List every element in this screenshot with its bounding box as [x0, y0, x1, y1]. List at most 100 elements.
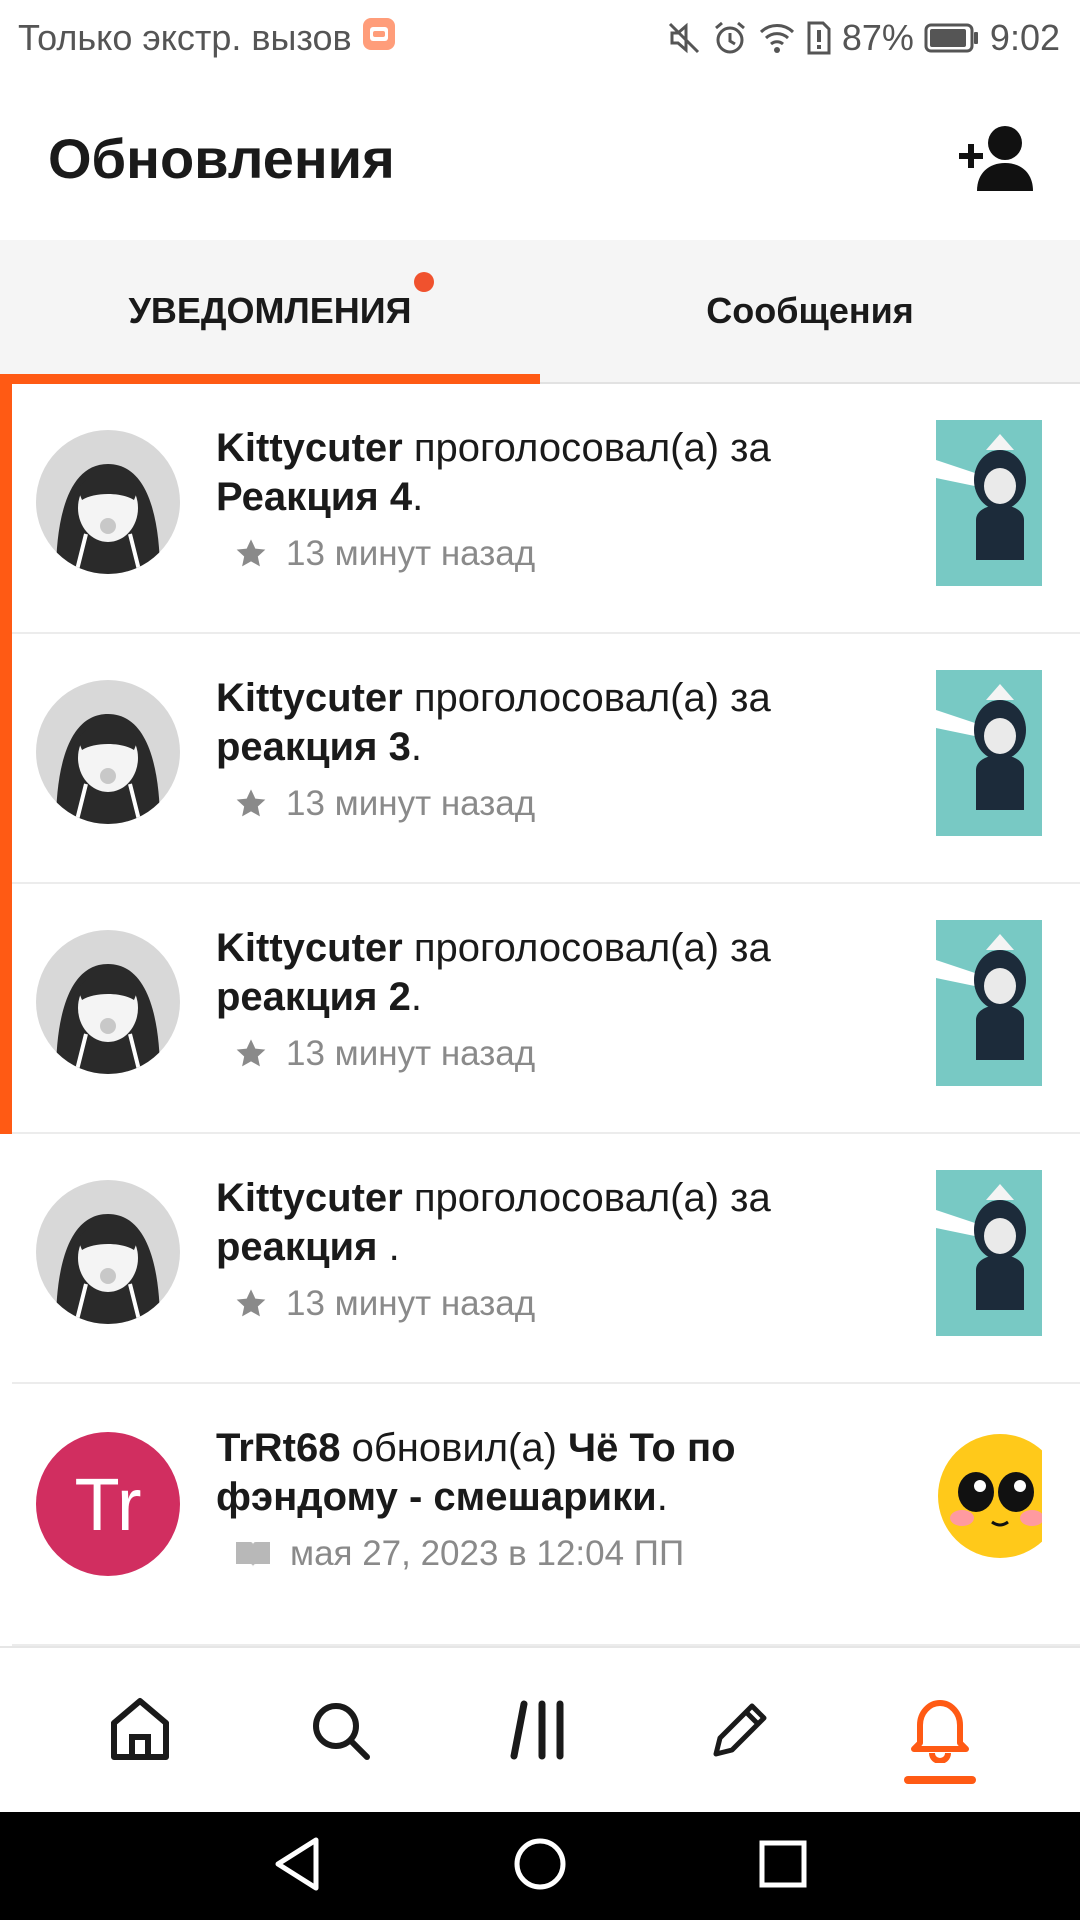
post-thumbnail[interactable]: [936, 670, 1042, 836]
status-left: Только экстр. вызов: [18, 17, 396, 60]
battery-percent: 87%: [841, 17, 914, 58]
tab-messages-label: Сообщения: [706, 290, 914, 331]
star-icon: [236, 1039, 266, 1067]
suffix: .: [412, 475, 424, 519]
nav-search[interactable]: [280, 1670, 400, 1790]
tab-messages[interactable]: Сообщения: [540, 240, 1080, 382]
post-thumbnail[interactable]: [936, 420, 1042, 586]
action-text: проголосовал(а) за: [402, 1176, 771, 1220]
notification-item[interactable]: Kittycuter проголосовал(а) за реакция . …: [12, 1134, 1080, 1384]
timestamp: 13 минут назад: [286, 784, 536, 823]
post-thumbnail[interactable]: [936, 1430, 1042, 1562]
suffix: .: [410, 975, 422, 1019]
action-text: проголосовал(а) за: [402, 926, 771, 970]
add-user-button[interactable]: [954, 113, 1044, 203]
notification-text: Kittycuter проголосовал(а) за реакция 2.: [216, 924, 836, 1022]
post-thumbnail[interactable]: [936, 1170, 1042, 1336]
notification-list: Kittycuter проголосовал(а) за Реакция 4.…: [0, 384, 1080, 1646]
sim-alert-icon: [806, 20, 832, 56]
notification-meta: мая 27, 2023 в 12:04 ПП: [216, 1534, 836, 1574]
user-name[interactable]: Kittycuter: [216, 426, 403, 470]
target-title[interactable]: реакция 2: [216, 975, 411, 1019]
avatar[interactable]: [36, 680, 180, 824]
star-icon: [236, 539, 266, 567]
star-icon: [236, 789, 266, 817]
notification-app-icon: [362, 17, 396, 60]
circle-home-icon: [514, 1838, 566, 1889]
pencil-icon: [713, 1703, 767, 1757]
action-text: обновил(а): [340, 1426, 569, 1470]
notification-meta: 13 минут назад: [216, 1284, 836, 1324]
user-name[interactable]: Kittycuter: [216, 1176, 403, 1220]
home-system-button[interactable]: [512, 1836, 568, 1897]
status-bar: Только экстр. вызов 87% 9:02: [0, 0, 1080, 76]
notification-meta: 13 минут назад: [216, 1034, 836, 1074]
add-user-icon: [959, 126, 1033, 191]
alarm-icon: [712, 20, 748, 56]
system-navigation-bar: [0, 1812, 1080, 1920]
notification-content: Kittycuter проголосовал(а) за реакция 2.…: [216, 924, 836, 1074]
notification-text: Kittycuter проголосовал(а) за реакция .: [216, 1174, 836, 1272]
notification-content: Kittycuter проголосовал(а) за Реакция 4.…: [216, 424, 836, 574]
battery-icon: [924, 23, 980, 53]
notification-meta: 13 минут назад: [216, 534, 836, 574]
target-title[interactable]: реакция: [216, 1225, 389, 1269]
home-icon: [111, 1698, 169, 1760]
nav-home[interactable]: [80, 1670, 200, 1790]
target-title[interactable]: реакция 3: [216, 725, 411, 769]
notification-content: TrRt68 обновил(а) Чё То по фэндому - сме…: [216, 1424, 836, 1574]
suffix: .: [656, 1475, 668, 1519]
mute-icon: [666, 20, 702, 56]
nav-active-indicator: [904, 1776, 976, 1784]
search-icon: [313, 1703, 370, 1760]
page-title: Обновления: [48, 126, 395, 190]
bottom-navigation: [0, 1646, 1080, 1812]
target-title[interactable]: Реакция 4: [216, 475, 412, 519]
notification-item[interactable]: Kittycuter проголосовал(а) за реакция 2.…: [0, 884, 1080, 1134]
tab-notifications[interactable]: УВЕДОМЛЕНИЯ: [0, 240, 540, 382]
app-header: Обновления: [0, 76, 1080, 240]
avatar[interactable]: [36, 930, 180, 1074]
suffix: .: [410, 725, 422, 769]
user-name[interactable]: TrRt68: [216, 1426, 341, 1470]
avatar[interactable]: Tr: [36, 1432, 180, 1576]
notification-item[interactable]: Tr TrRt68 обновил(а) Чё То по фэндому - …: [12, 1384, 1080, 1646]
timestamp: 13 минут назад: [286, 534, 536, 573]
user-name[interactable]: Kittycuter: [216, 676, 403, 720]
nav-write[interactable]: [680, 1670, 800, 1790]
notification-text: Kittycuter проголосовал(а) за реакция 3.: [216, 674, 836, 772]
back-icon: [275, 1837, 319, 1890]
timestamp: 13 минут назад: [286, 1034, 536, 1073]
action-text: проголосовал(а) за: [402, 676, 771, 720]
notification-content: Kittycuter проголосовал(а) за реакция 3.…: [216, 674, 836, 824]
star-icon: [236, 1289, 266, 1317]
unread-dot: [413, 272, 434, 292]
notification-content: Kittycuter проголосовал(а) за реакция . …: [216, 1174, 836, 1324]
action-text: проголосовал(а) за: [402, 426, 771, 470]
suffix: .: [388, 1225, 400, 1269]
status-right: 87% 9:02: [666, 17, 1060, 59]
user-name[interactable]: Kittycuter: [216, 926, 403, 970]
notification-item[interactable]: Kittycuter проголосовал(а) за реакция 3.…: [0, 634, 1080, 884]
recents-button[interactable]: [758, 1839, 808, 1894]
bell-icon: [911, 1700, 969, 1763]
nav-library[interactable]: [480, 1670, 600, 1790]
square-recents-icon: [759, 1840, 807, 1887]
avatar[interactable]: [36, 1180, 180, 1324]
clock: 9:02: [989, 17, 1060, 58]
carrier-text: Только экстр. вызов: [18, 17, 352, 58]
wifi-icon: [758, 20, 796, 56]
notification-text: TrRt68 обновил(а) Чё То по фэндому - сме…: [216, 1424, 836, 1522]
tab-bar: УВЕДОМЛЕНИЯ Сообщения: [0, 240, 1080, 384]
library-icon: [510, 1700, 564, 1760]
tab-active-indicator: [0, 374, 540, 384]
notification-item[interactable]: Kittycuter проголосовал(а) за Реакция 4.…: [0, 384, 1080, 634]
nav-notifications[interactable]: [880, 1670, 1000, 1790]
book-icon: [236, 1542, 270, 1567]
notification-text: Kittycuter проголосовал(а) за Реакция 4.: [216, 424, 836, 522]
back-button[interactable]: [272, 1836, 322, 1897]
notification-meta: 13 минут назад: [216, 784, 836, 824]
post-thumbnail[interactable]: [936, 920, 1042, 1086]
timestamp: мая 27, 2023 в 12:04 ПП: [290, 1534, 685, 1573]
avatar[interactable]: [36, 430, 180, 574]
